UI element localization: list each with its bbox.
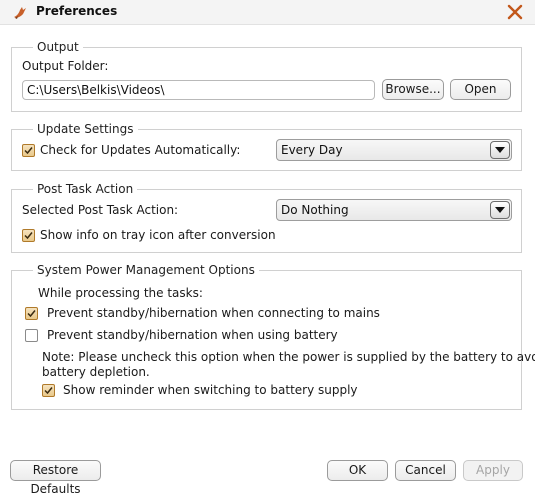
post-task-action-value: Do Nothing bbox=[281, 203, 349, 217]
restore-defaults-button[interactable]: Restore Defaults bbox=[10, 460, 101, 496]
update-settings-legend: Update Settings bbox=[33, 121, 138, 137]
check-updates-label: Check for Updates Automatically: bbox=[40, 143, 241, 157]
output-folder-label: Output Folder: bbox=[22, 59, 109, 73]
update-frequency-value: Every Day bbox=[281, 143, 343, 157]
battery-note-line1: Note: Please uncheck this option when th… bbox=[42, 350, 535, 364]
prevent-battery-label: Prevent standby/hibernation when using b… bbox=[47, 328, 338, 342]
post-task-action-label: Selected Post Task Action: bbox=[22, 203, 179, 217]
chevron-down-icon[interactable] bbox=[490, 141, 510, 159]
battery-reminder-checkbox[interactable] bbox=[42, 384, 55, 397]
apply-button[interactable]: Apply bbox=[463, 460, 523, 481]
cancel-button[interactable]: Cancel bbox=[395, 460, 456, 481]
output-legend: Output bbox=[33, 39, 83, 55]
battery-reminder-label: Show reminder when switching to battery … bbox=[63, 383, 358, 397]
update-frequency-select[interactable]: Every Day bbox=[276, 139, 512, 161]
fox-logo-icon bbox=[12, 4, 28, 20]
title-bar: Preferences bbox=[0, 0, 535, 25]
prevent-mains-checkbox[interactable] bbox=[25, 307, 38, 320]
post-task-legend: Post Task Action bbox=[33, 181, 138, 197]
tray-info-checkbox[interactable] bbox=[22, 229, 35, 242]
post-task-action-select[interactable]: Do Nothing bbox=[276, 199, 512, 221]
check-updates-checkbox[interactable] bbox=[22, 144, 35, 157]
chevron-down-icon[interactable] bbox=[490, 201, 510, 219]
open-button[interactable]: Open bbox=[450, 79, 511, 100]
while-processing-label: While processing the tasks: bbox=[38, 286, 203, 300]
battery-note-line2: battery depletion. bbox=[42, 365, 150, 379]
prevent-battery-checkbox[interactable] bbox=[25, 329, 38, 342]
power-management-legend: System Power Management Options bbox=[33, 262, 259, 278]
output-folder-field[interactable]: C:\Users\Belkis\Videos\ bbox=[22, 80, 375, 100]
tray-info-label: Show info on tray icon after conversion bbox=[40, 228, 276, 242]
browse-button[interactable]: Browse... bbox=[382, 79, 444, 100]
ok-button[interactable]: OK bbox=[327, 460, 388, 481]
window-title: Preferences bbox=[36, 4, 118, 18]
prevent-mains-label: Prevent standby/hibernation when connect… bbox=[47, 306, 380, 320]
close-icon[interactable] bbox=[505, 2, 525, 22]
